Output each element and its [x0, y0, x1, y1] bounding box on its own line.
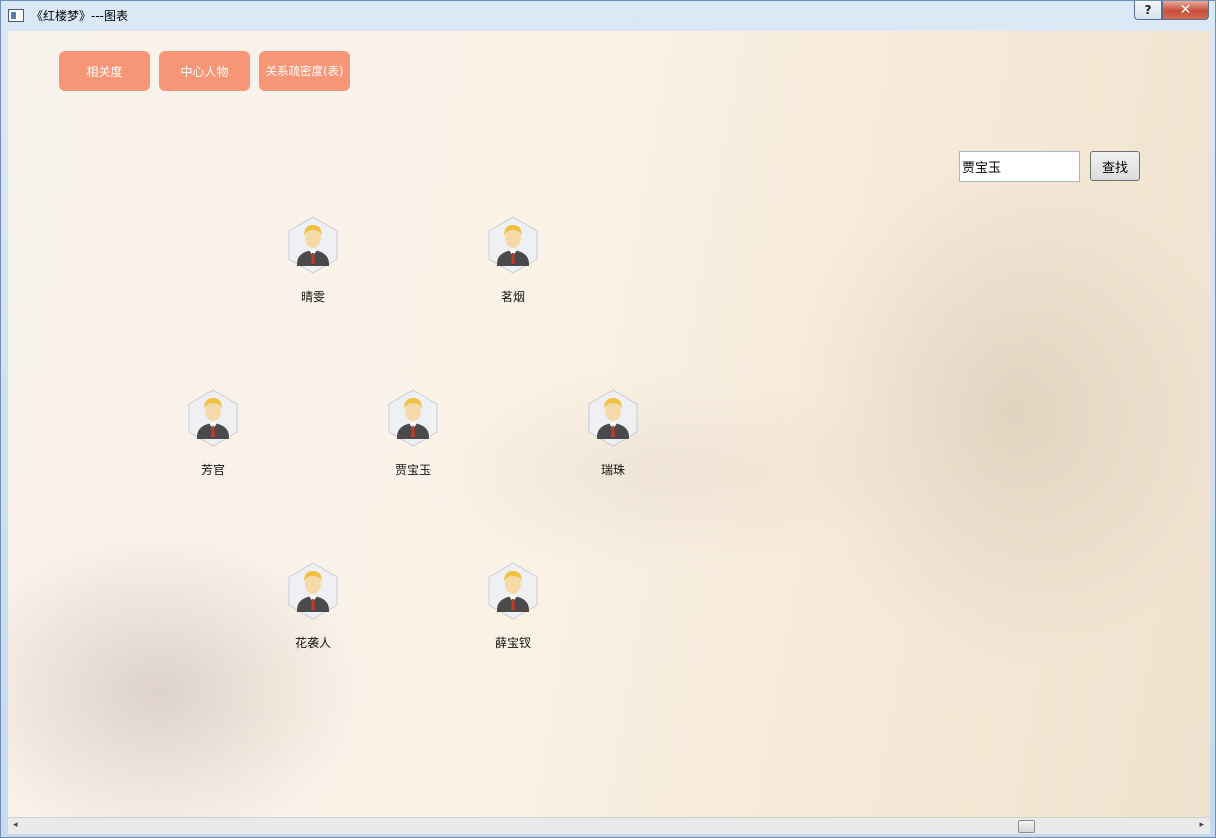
- background-mist: [408, 371, 908, 571]
- search-input[interactable]: [959, 151, 1080, 182]
- character-node[interactable]: 瑞珠: [578, 389, 648, 478]
- person-avatar-icon: [288, 216, 338, 274]
- person-avatar-icon: [388, 389, 438, 447]
- character-node[interactable]: 芳官: [178, 389, 248, 478]
- character-name: 芳官: [200, 463, 225, 477]
- app-window-icon[interactable]: [8, 9, 24, 22]
- character-name: 贾宝玉: [394, 463, 431, 477]
- person-avatar-icon: [588, 389, 638, 447]
- character-name: 晴雯: [300, 290, 325, 304]
- person-avatar-icon: [488, 562, 538, 620]
- search-button[interactable]: 查找: [1090, 151, 1140, 181]
- app-window: 《红楼梦》---图表 ? ✕ 相关度 中心人物 关系疏密度(表) 查找 晴雯 茗…: [0, 0, 1216, 838]
- character-node[interactable]: 茗烟: [478, 216, 548, 305]
- character-node[interactable]: 贾宝玉: [378, 389, 448, 478]
- help-button[interactable]: ?: [1134, 1, 1162, 20]
- character-node[interactable]: 晴雯: [278, 216, 348, 305]
- window-title: 《红楼梦》---图表: [31, 9, 128, 23]
- character-name: 茗烟: [500, 290, 525, 304]
- character-node[interactable]: 花袭人: [278, 562, 348, 651]
- character-name: 花袭人: [294, 636, 331, 650]
- character-name: 薛宝钗: [494, 636, 531, 650]
- person-avatar-icon: [288, 562, 338, 620]
- scroll-left-icon[interactable]: ◂: [13, 820, 18, 830]
- character-node[interactable]: 薛宝钗: [478, 562, 548, 651]
- relationship-density-table-button[interactable]: 关系疏密度(表): [259, 51, 350, 91]
- central-character-button[interactable]: 中心人物: [159, 51, 250, 91]
- scroll-right-icon[interactable]: ▸: [1199, 820, 1204, 830]
- character-name: 瑞珠: [600, 463, 625, 477]
- help-icon: ?: [1144, 3, 1152, 17]
- person-avatar-icon: [488, 216, 538, 274]
- title-bar: 《红楼梦》---图表 ? ✕: [1, 1, 1215, 31]
- close-icon: ✕: [1179, 2, 1192, 18]
- scrollbar-thumb[interactable]: [1018, 820, 1035, 833]
- close-button[interactable]: ✕: [1162, 1, 1209, 20]
- horizontal-scrollbar[interactable]: ◂ ▸: [8, 817, 1210, 834]
- relevance-button[interactable]: 相关度: [59, 51, 150, 91]
- person-avatar-icon: [188, 389, 238, 447]
- graph-canvas: 相关度 中心人物 关系疏密度(表) 查找 晴雯 茗烟 芳官 贾宝玉 瑞珠 花袭人: [8, 31, 1210, 817]
